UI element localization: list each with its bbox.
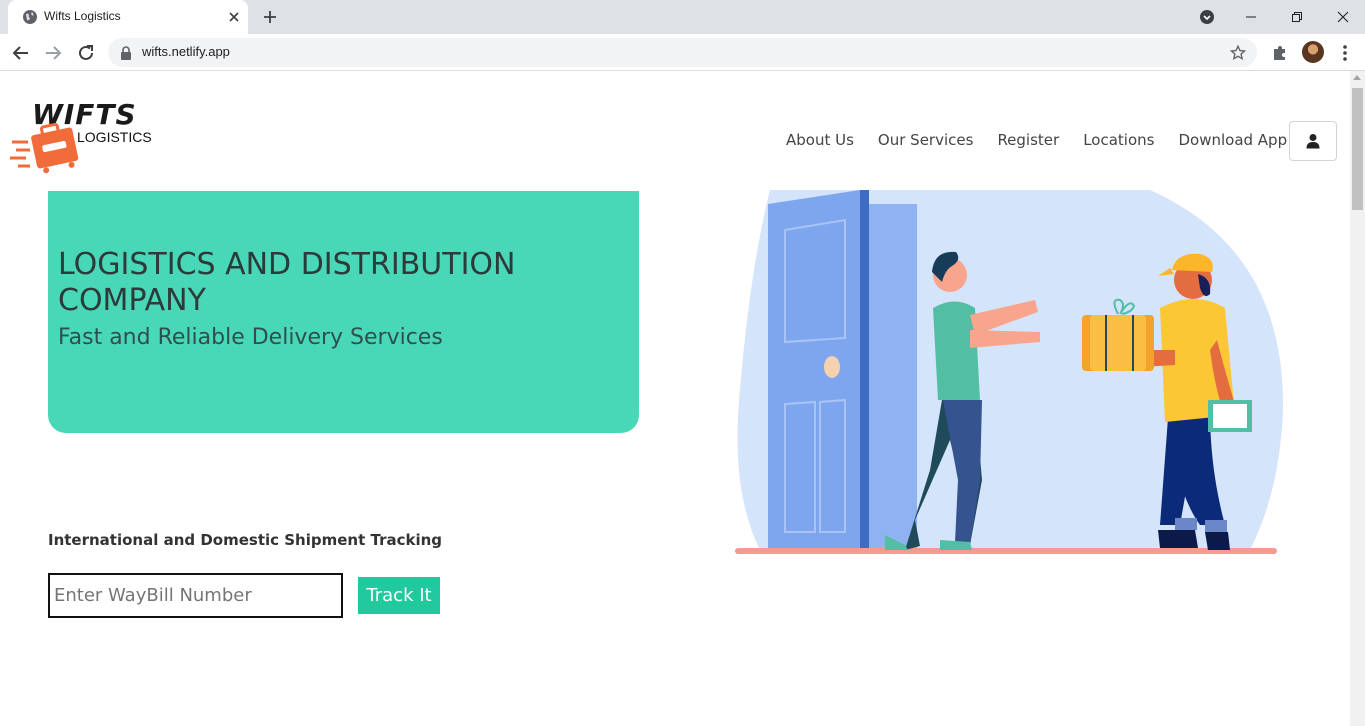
suitcase-icon — [10, 122, 79, 174]
globe-icon — [23, 10, 37, 24]
plus-icon[interactable] — [260, 7, 280, 27]
user-account-button[interactable] — [1289, 121, 1337, 161]
browser-toolbar: wifts.netlify.app — [0, 34, 1365, 71]
close-icon[interactable] — [226, 9, 242, 25]
nav-about-us[interactable]: About Us — [786, 131, 854, 149]
hero-banner: LOGISTICS AND DISTRIBUTION COMPANY Fast … — [48, 191, 639, 433]
close-icon — [1337, 11, 1349, 23]
delivery-illustration — [735, 190, 1284, 554]
tracking-label: International and Domestic Shipment Trac… — [48, 531, 443, 549]
site-logo[interactable]: WIFTS LOGISTICS — [10, 98, 160, 176]
hero-title: LOGISTICS AND DISTRIBUTION COMPANY — [58, 247, 516, 318]
browser-tab[interactable]: Wifts Logistics — [8, 0, 248, 34]
url-text[interactable]: wifts.netlify.app — [142, 44, 230, 59]
kebab-menu-icon[interactable] — [1336, 43, 1354, 63]
nav-locations[interactable]: Locations — [1083, 131, 1154, 149]
window-close-button[interactable] — [1320, 0, 1365, 34]
waybill-input[interactable] — [48, 573, 343, 618]
nav-download-app[interactable]: Download App — [1178, 131, 1287, 149]
nav-our-services[interactable]: Our Services — [878, 131, 974, 149]
star-icon[interactable] — [1229, 44, 1247, 62]
restore-icon — [1292, 12, 1302, 22]
user-icon — [1306, 134, 1320, 149]
profile-avatar[interactable] — [1302, 41, 1324, 63]
tab-search-icon[interactable] — [1197, 7, 1217, 27]
logo-tagline: LOGISTICS — [77, 129, 152, 145]
scroll-thumb[interactable] — [1352, 88, 1363, 210]
address-bar[interactable]: wifts.netlify.app — [108, 38, 1257, 67]
lock-icon[interactable] — [120, 46, 132, 60]
track-it-button[interactable]: Track It — [358, 577, 440, 614]
scroll-up-arrow[interactable] — [1353, 75, 1361, 80]
hero-subtitle: Fast and Reliable Delivery Services — [58, 325, 443, 350]
back-arrow-icon[interactable] — [10, 42, 32, 64]
restore-button[interactable] — [1274, 0, 1320, 34]
nav-register[interactable]: Register — [997, 131, 1059, 149]
minimize-button[interactable] — [1228, 0, 1274, 34]
page-scrollbar[interactable] — [1350, 71, 1365, 726]
forward-arrow-icon[interactable] — [42, 42, 64, 64]
minimize-icon — [1246, 16, 1256, 18]
browser-tab-strip: Wifts Logistics — [0, 0, 1365, 34]
page-viewport: WIFTS LOGISTICS About Us Our Services Re… — [0, 71, 1365, 726]
tab-title: Wifts Logistics — [44, 9, 121, 23]
main-nav: About Us Our Services Register Locations… — [786, 131, 1311, 149]
reload-icon[interactable] — [75, 42, 97, 64]
puzzle-icon[interactable] — [1270, 43, 1290, 63]
